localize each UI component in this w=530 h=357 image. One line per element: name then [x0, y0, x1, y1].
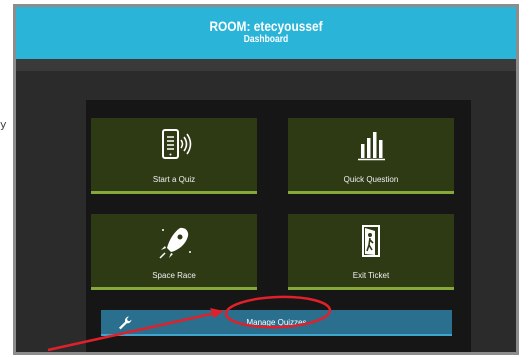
manage-quizzes-button[interactable]: Manage Quizzes: [101, 310, 452, 336]
tile-label: Exit Ticket: [352, 271, 390, 280]
exit-door-icon: [362, 225, 380, 257]
quick-question-button[interactable]: Quick Question: [288, 118, 454, 194]
space-race-button[interactable]: Space Race: [91, 214, 257, 290]
stray-text: y: [0, 118, 7, 131]
screenshot-frame: ROOM: etecyoussef Dashboard Start a Quiz: [13, 4, 519, 355]
room-header: ROOM: etecyoussef Dashboard: [16, 7, 516, 59]
tile-label: Start a Quiz: [152, 175, 196, 184]
manage-quizzes-label: Manage Quizzes: [246, 318, 307, 327]
top-bar: [16, 59, 516, 71]
rocket-icon: [159, 227, 191, 259]
tile-label: Quick Question: [343, 175, 399, 184]
bar-chart-icon: [358, 132, 385, 161]
exit-ticket-button[interactable]: Exit Ticket: [288, 214, 454, 290]
app-screen: ROOM: etecyoussef Dashboard Start a Quiz: [16, 7, 516, 352]
tablet-broadcast-icon: [162, 129, 192, 159]
page-subtitle: Dashboard: [243, 34, 289, 45]
start-quiz-button[interactable]: Start a Quiz: [91, 118, 257, 194]
room-title: ROOM: etecyoussef: [209, 18, 323, 34]
tile-label: Space Race: [152, 271, 196, 280]
dashboard-panel: Start a Quiz Quick Question Space Race E…: [86, 100, 471, 352]
